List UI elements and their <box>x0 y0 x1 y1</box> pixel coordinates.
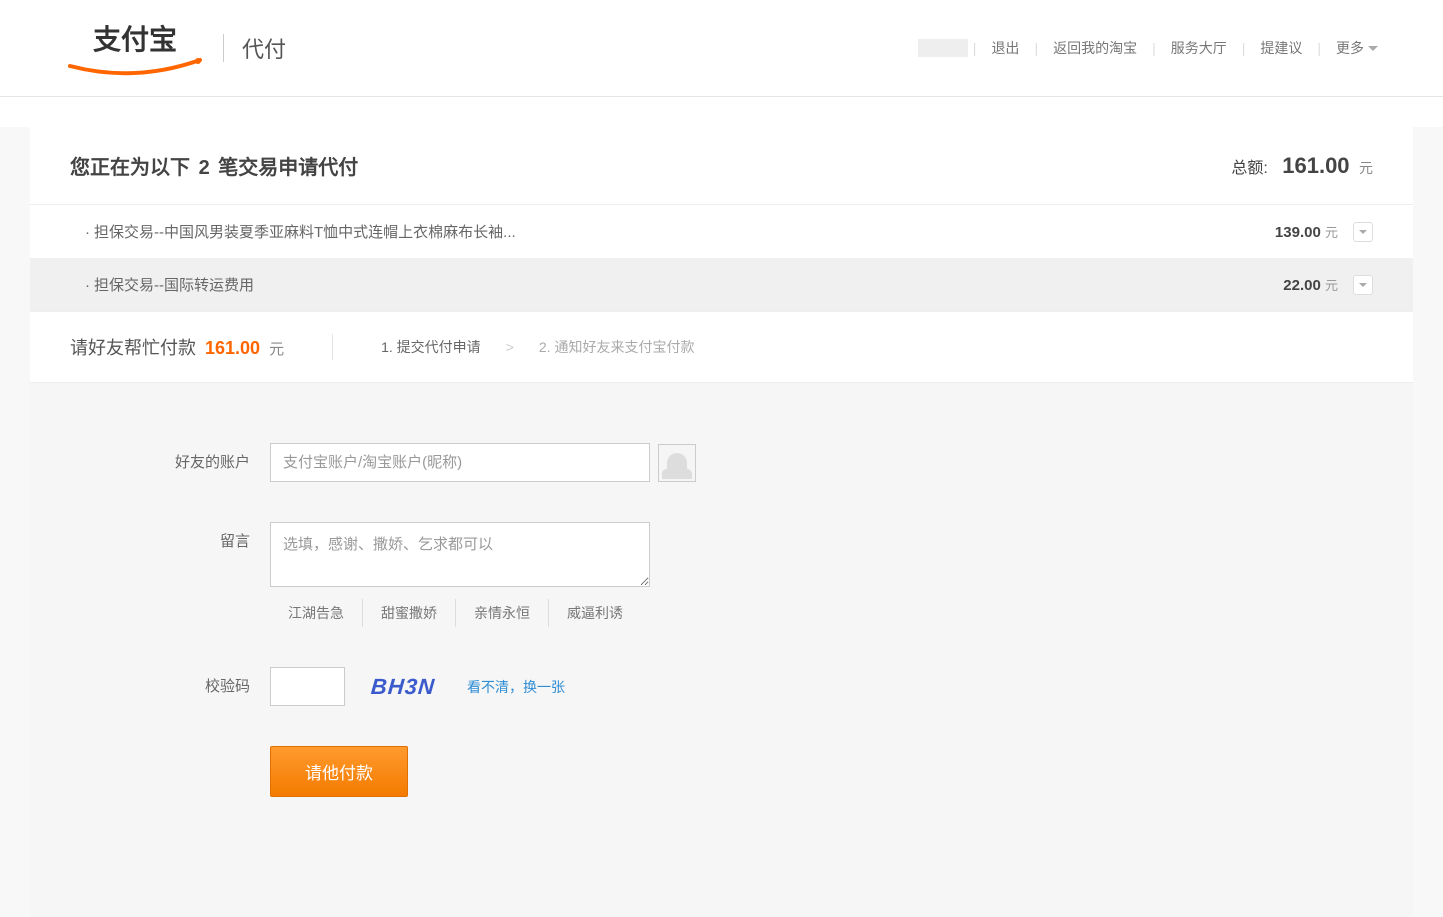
template-weibi[interactable]: 威逼利诱 <box>549 599 641 627</box>
total-amount: 总额: 161.00 元 <box>1231 153 1373 179</box>
main: 您正在为以下 2 笔交易申请代付 总额: 161.00 元 担保交易--中国风男… <box>0 127 1443 917</box>
transaction-name: 担保交易--中国风男装夏季亚麻料T恤中式连帽上衣棉麻布长袖... <box>85 221 516 242</box>
chevron-down-icon <box>1368 46 1378 51</box>
transaction-row: 担保交易--国际转运费用 22.00 元 <box>30 258 1413 311</box>
page-section-label: 代付 <box>242 32 286 64</box>
captcha-input[interactable] <box>270 667 345 706</box>
form-row-submit: 请他付款 <box>70 746 1373 797</box>
account-label: 好友的账户 <box>70 443 270 472</box>
transaction-amount: 22.00 <box>1283 277 1321 294</box>
nav-suggest[interactable]: 提建议 <box>1245 38 1317 58</box>
message-label: 留言 <box>70 522 270 551</box>
friend-account-input[interactable] <box>270 443 650 482</box>
step-bar: 请好友帮忙付款 161.00 元 1. 提交代付申请 > 2. 通知好友来支付宝… <box>30 311 1413 382</box>
step-lead: 请好友帮忙付款 161.00 元 <box>70 334 284 360</box>
step-arrow-icon: > <box>506 339 514 355</box>
step-1: 1. 提交代付申请 <box>381 337 481 357</box>
transaction-row: 担保交易--中国风男装夏季亚麻料T恤中式连帽上衣棉麻布长袖... 139.00 … <box>30 205 1413 258</box>
captcha-label: 校验码 <box>70 667 270 696</box>
header-left: 支付宝 代付 <box>65 18 286 78</box>
expand-button[interactable] <box>1353 275 1373 295</box>
logo-swoosh-icon <box>65 58 205 78</box>
form-row-message: 留言 江湖告急 甜蜜撒娇 亲情永恒 威逼利诱 <box>70 522 1373 627</box>
transaction-name: 担保交易--国际转运费用 <box>85 274 254 295</box>
form-area: 好友的账户 留言 江湖告急 甜蜜撒娇 亲情永恒 威逼利诱 <box>30 382 1413 917</box>
divider <box>332 334 333 360</box>
avatar-icon <box>667 453 687 473</box>
logo-text: 支付宝 <box>93 18 177 58</box>
message-textarea[interactable] <box>270 522 650 587</box>
expand-button[interactable] <box>1353 222 1373 242</box>
form-row-captcha: 校验码 BH3N 看不清，换一张 <box>70 667 1373 706</box>
header-nav: | 退出 | 返回我的淘宝 | 服务大厅 | 提建议 | 更多 <box>918 38 1393 58</box>
divider <box>223 34 224 62</box>
template-jianghu[interactable]: 江湖告急 <box>270 599 363 627</box>
username-placeholder[interactable] <box>918 39 968 57</box>
template-qinqing[interactable]: 亲情永恒 <box>456 599 549 627</box>
captcha-image: BH3N <box>352 670 455 704</box>
transaction-amount: 139.00 <box>1275 224 1321 241</box>
captcha-refresh-link[interactable]: 看不清，换一张 <box>467 677 565 697</box>
template-tianmi[interactable]: 甜蜜撒娇 <box>363 599 456 627</box>
page-title: 您正在为以下 2 笔交易申请代付 <box>70 151 358 180</box>
nav-logout[interactable]: 退出 <box>976 38 1034 58</box>
chevron-down-icon <box>1359 283 1367 287</box>
alipay-logo[interactable]: 支付宝 <box>65 18 205 78</box>
nav-back-taobao[interactable]: 返回我的淘宝 <box>1038 38 1152 58</box>
form-row-account: 好友的账户 <box>70 443 1373 482</box>
summary-panel: 您正在为以下 2 笔交易申请代付 总额: 161.00 元 担保交易--中国风男… <box>30 127 1413 382</box>
contact-picker-button[interactable] <box>658 444 696 482</box>
steps: 1. 提交代付申请 > 2. 通知好友来支付宝付款 <box>381 337 694 357</box>
message-templates: 江湖告急 甜蜜撒娇 亲情永恒 威逼利诱 <box>270 599 650 627</box>
title-bar: 您正在为以下 2 笔交易申请代付 总额: 161.00 元 <box>30 127 1413 205</box>
nav-service-hall[interactable]: 服务大厅 <box>1156 38 1242 58</box>
submit-button[interactable]: 请他付款 <box>270 746 408 797</box>
chevron-down-icon <box>1359 230 1367 234</box>
header: 支付宝 代付 | 退出 | 返回我的淘宝 | 服务大厅 | 提建议 | 更多 <box>0 0 1443 97</box>
nav-more[interactable]: 更多 <box>1321 38 1393 58</box>
step-2: 2. 通知好友来支付宝付款 <box>539 337 695 357</box>
